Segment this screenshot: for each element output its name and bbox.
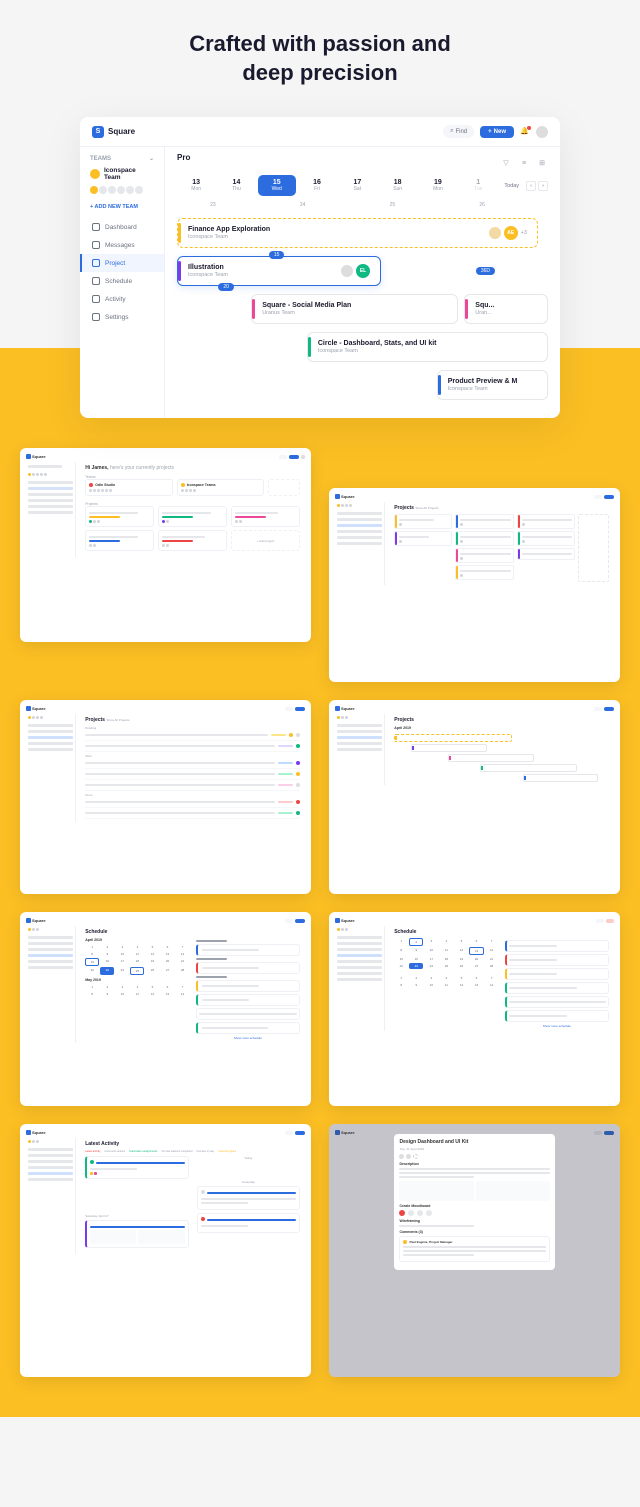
progress-pill: 20	[218, 283, 234, 291]
gantt-bar-circle[interactable]: Circle - Dashboard, Stats, and UI kitIco…	[307, 332, 548, 362]
new-button[interactable]: + New	[480, 126, 514, 138]
filter-icon[interactable]: ▽	[500, 157, 512, 169]
assignee-badge: AE	[504, 226, 518, 240]
app-header: S Square ⌕ Find + New 🔔	[80, 117, 560, 147]
gantt-bar-square-partial[interactable]: Squ...Uran...	[464, 294, 548, 324]
nav-project[interactable]: Project	[80, 254, 164, 272]
day-cell[interactable]: 19Mon	[419, 175, 457, 196]
day-cell[interactable]: 17Sat	[338, 175, 376, 196]
modal-overlay: Design Dashboard and UI Kit Tue, 21 Sept…	[329, 1124, 620, 1377]
page-title: Pro	[177, 153, 190, 162]
nav-dashboard[interactable]: Dashboard	[80, 218, 164, 236]
notification-icon[interactable]: 🔔	[520, 127, 530, 137]
dashboard-icon	[92, 223, 100, 231]
thumb-schedule-2: Square Schedule	[329, 912, 620, 1106]
assignee-avatar	[489, 227, 501, 239]
teams-section-label: TEAMS ⌄	[80, 155, 164, 162]
thumb-activity: Square Latest Activity Latest activity	[20, 1124, 311, 1377]
gantt-bar-finance[interactable]: Finance App ExplorationIconspace Team AE…	[177, 218, 538, 248]
hero-title: Crafted with passion and deep precision	[20, 30, 620, 87]
project-detail-modal: Design Dashboard and UI Kit Tue, 21 Sept…	[394, 1134, 554, 1270]
more-count: +3	[521, 230, 527, 236]
project-icon	[92, 259, 100, 267]
team-icon	[90, 169, 100, 179]
timeline-area: Pro ▽ ≡ ⊞ 13Mon 14Thu 15Wed 16Fri 17Sat …	[165, 147, 560, 418]
nav-schedule[interactable]: Schedule	[80, 272, 164, 290]
greeting: Hi James, here's your currently projects	[85, 465, 300, 471]
search-icon: ⌕	[450, 128, 453, 135]
prev-arrow[interactable]: ‹	[526, 181, 536, 191]
thumb-kanban: Square Projects Show All Projects	[329, 488, 620, 682]
modal-title: Design Dashboard and UI Kit	[399, 1139, 549, 1145]
assignee-badge: EL	[356, 264, 370, 278]
gantt-bar-product[interactable]: Product Preview & MIconspace Team	[437, 370, 548, 400]
assignee-avatar	[341, 265, 353, 277]
app-logo[interactable]: S Square	[92, 126, 135, 138]
nav-activity[interactable]: Activity	[80, 290, 164, 308]
day-cell-active[interactable]: 15Wed	[258, 175, 296, 196]
thumb-list: Square Projects Show All Projects Pendin…	[20, 700, 311, 894]
gantt-bar-square[interactable]: Square - Social Media PlanUranus Team	[251, 294, 458, 324]
nav-messages[interactable]: Messages	[80, 236, 164, 254]
settings-icon	[92, 313, 100, 321]
messages-icon	[92, 241, 100, 249]
gantt-bar-illustration[interactable]: 15 20 36D IllustrationIconspace Team EL	[177, 256, 381, 286]
activity-icon	[92, 295, 100, 303]
app-name: Square	[108, 127, 135, 136]
logo-icon: S	[92, 126, 104, 138]
nav-settings[interactable]: Settings	[80, 308, 164, 326]
today-button[interactable]: Today	[499, 181, 524, 191]
user-avatar[interactable]	[536, 126, 548, 138]
day-cell[interactable]: 14Thu	[217, 175, 255, 196]
show-more[interactable]: Show more schedule	[505, 1024, 609, 1028]
day-cell[interactable]: 18Sun	[378, 175, 416, 196]
chevron-down-icon[interactable]: ⌄	[149, 155, 154, 162]
sort-icon[interactable]: ≡	[518, 157, 530, 169]
thumb-gantt: Square Projects April 2019	[329, 700, 620, 894]
thumb-dashboard: Square Hi James, here's your currently p…	[20, 448, 311, 642]
thumb-schedule: Square Schedule April 2019	[20, 912, 311, 1106]
team-selector[interactable]: Iconspace Team	[80, 162, 164, 186]
day-cell[interactable]: 1Tue	[459, 175, 497, 196]
day-cell[interactable]: 13Mon	[177, 175, 215, 196]
thumb-modal: Square Design Dashboard and UI Kit Tue, …	[329, 1124, 620, 1377]
schedule-icon	[92, 277, 100, 285]
next-arrow[interactable]: ›	[538, 181, 548, 191]
day-cell[interactable]: 16Fri	[298, 175, 336, 196]
find-button[interactable]: ⌕ Find	[443, 125, 474, 138]
dependency-pill: 15	[269, 251, 285, 259]
plus-icon: +	[488, 129, 492, 135]
add-project[interactable]: + Add project	[257, 539, 275, 543]
grid-view-icon[interactable]: ⊞	[536, 157, 548, 169]
add-team-button[interactable]: + ADD NEW TEAM	[80, 200, 164, 218]
duration-pill: 36D	[476, 267, 495, 275]
main-app-screenshot: S Square ⌕ Find + New 🔔 TEAMS ⌄	[80, 117, 560, 418]
team-members	[80, 186, 164, 200]
timeline-days: 13Mon 14Thu 15Wed 16Fri 17Sat 18Sun 19Mo…	[177, 175, 548, 196]
show-more[interactable]: Show more schedule	[196, 1036, 300, 1040]
sidebar: TEAMS ⌄ Iconspace Team + ADD NEW TEAM Da…	[80, 147, 165, 418]
